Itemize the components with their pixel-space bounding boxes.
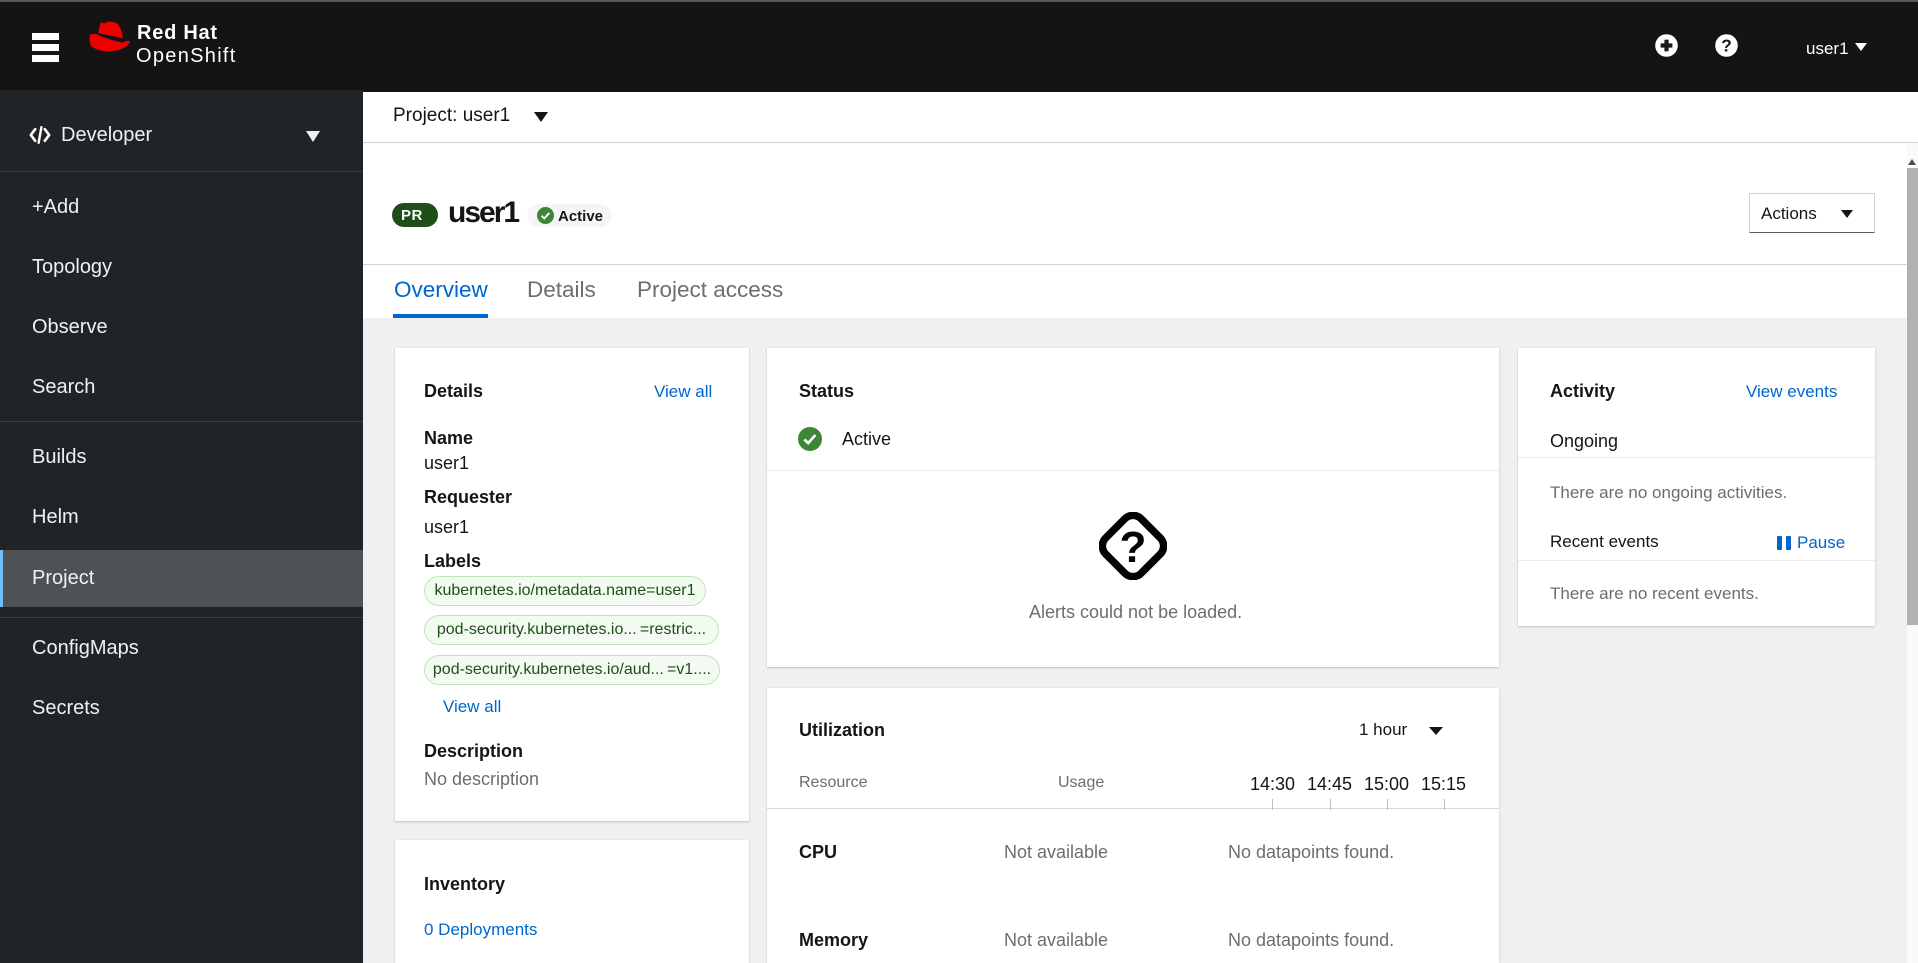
svg-text:?: ? [1120,523,1147,572]
svg-text:?: ? [1721,36,1732,56]
